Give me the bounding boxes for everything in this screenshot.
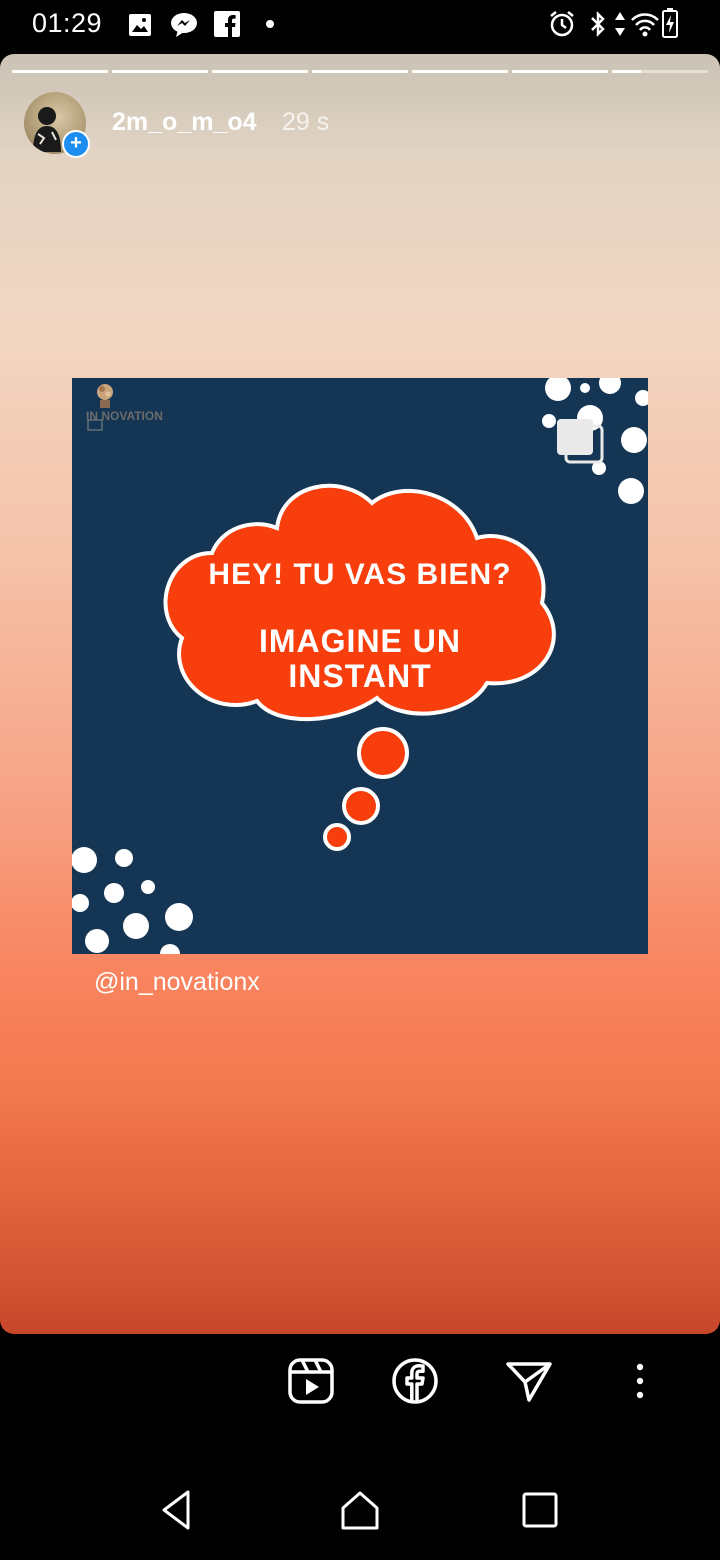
messenger-icon (171, 13, 197, 37)
wifi-icon (631, 13, 659, 37)
bluetooth-icon (591, 10, 605, 38)
story-progress-segment (412, 70, 508, 73)
shared-post[interactable]: IN NOVATION HEY! TU VAS BIEN? IMAGINE UN… (72, 378, 648, 954)
post-artwork: IN NOVATION HEY! TU VAS BIEN? IMAGINE UN… (72, 378, 648, 954)
story-action-bar (0, 1334, 720, 1434)
bubble-text-line2: IMAGINE UN (259, 623, 461, 659)
story-progress-segment (312, 70, 408, 73)
multiple-posts-icon (557, 419, 604, 464)
status-bar: 01:29 (0, 0, 720, 52)
gallery-icon (129, 14, 151, 36)
story-progress-bar (12, 70, 708, 74)
story-username[interactable]: 2m_o_m_o4 (112, 108, 257, 137)
innovation-logo-text: IN NOVATION (86, 409, 163, 423)
notification-dot-icon (266, 20, 274, 28)
story-progress-fill (12, 70, 108, 73)
story-time-ago: 29 s (282, 108, 330, 136)
bubble-text-line3: INSTANT (288, 658, 431, 694)
send-icon[interactable] (504, 1356, 554, 1406)
story-progress-fill (512, 70, 608, 73)
facebook-share-icon[interactable] (390, 1356, 440, 1406)
bubble-text-line1: HEY! TU VAS BIEN? (208, 558, 511, 591)
battery-charging-icon (662, 8, 678, 38)
facebook-icon (214, 11, 240, 37)
mention-sticker[interactable]: @in_novationx (94, 968, 260, 997)
recents-icon[interactable] (518, 1488, 562, 1532)
avatar-person-figure (33, 107, 61, 152)
story-progress-fill (412, 70, 508, 73)
reels-icon[interactable] (286, 1356, 336, 1406)
back-icon[interactable] (156, 1488, 200, 1532)
home-icon[interactable] (338, 1488, 382, 1532)
system-navigation-bar (0, 1460, 720, 1560)
story-progress-fill (612, 70, 641, 73)
story-progress-segment (212, 70, 308, 73)
story-progress-segment (12, 70, 108, 73)
story-progress-fill (312, 70, 408, 73)
innovation-logo-icon (87, 384, 113, 431)
story-progress-fill (212, 70, 308, 73)
decor-dots-bottom-left (72, 847, 193, 954)
story-progress-segment (512, 70, 608, 73)
alarm-icon (550, 11, 574, 37)
status-time: 01:29 (32, 8, 103, 38)
story-progress-fill (112, 70, 208, 73)
add-story-plus-icon[interactable]: + (62, 130, 90, 158)
data-arrows-icon (615, 12, 625, 36)
story-progress-segment (112, 70, 208, 73)
more-options-icon[interactable] (615, 1356, 665, 1406)
story-progress-segment (612, 70, 708, 73)
story-viewer[interactable]: + 2m_o_m_o4 29 s IN NOVATION HEY! TU VAS… (0, 54, 720, 1334)
